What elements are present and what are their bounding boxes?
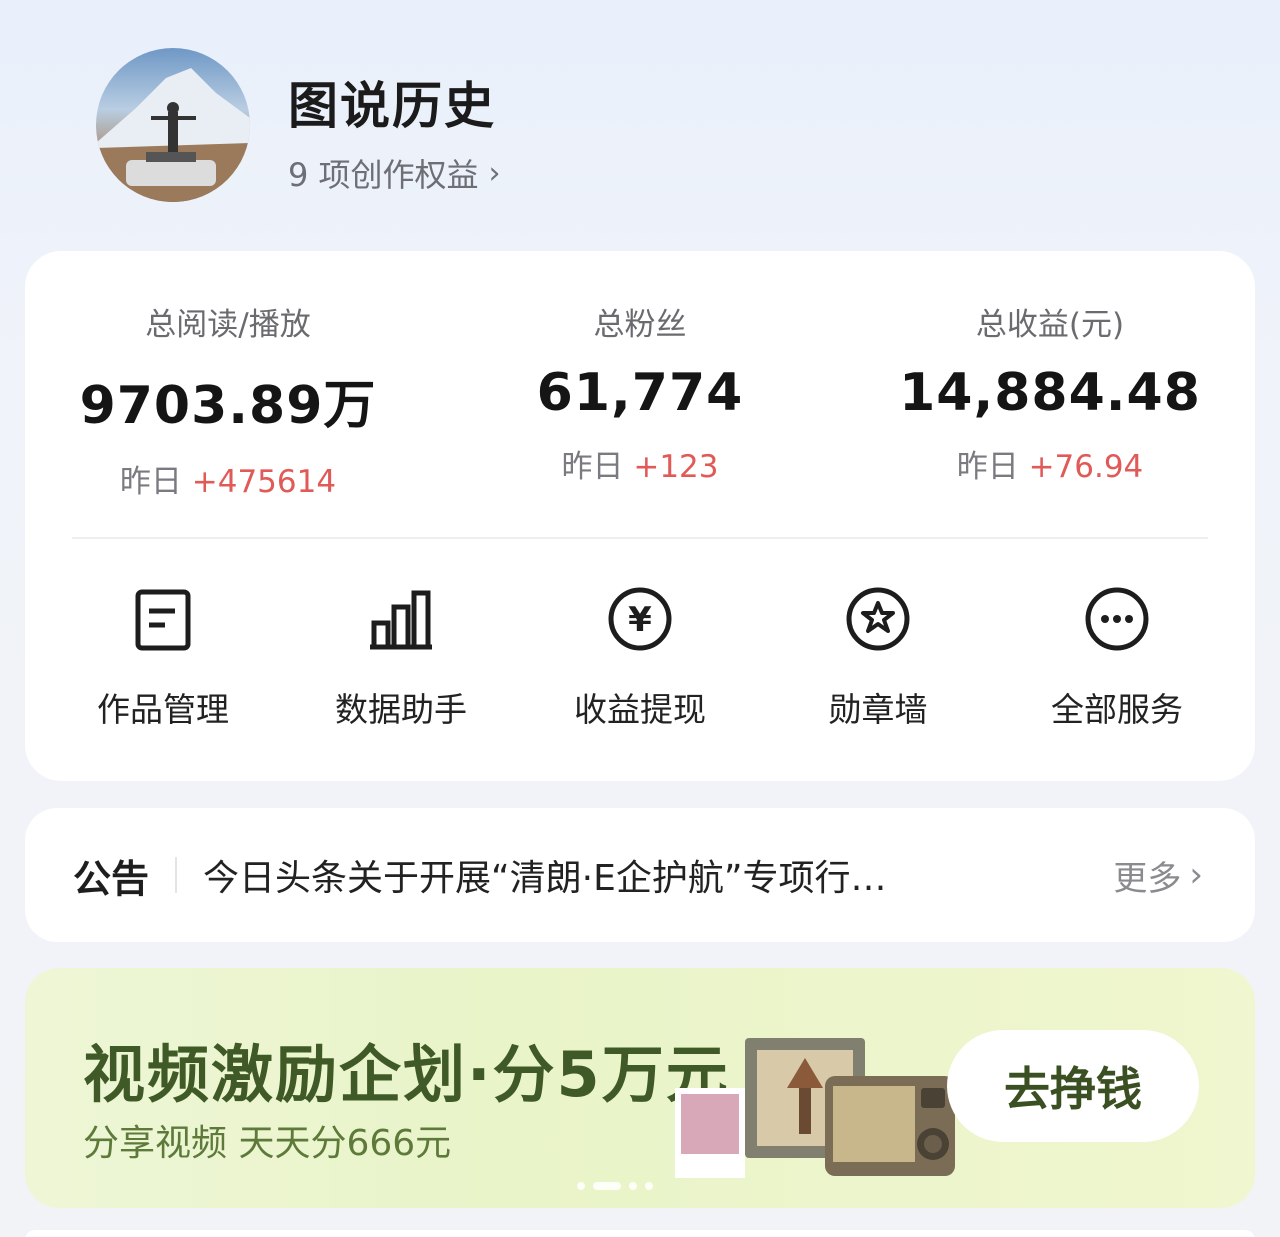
more-label: 更多 [1113, 858, 1182, 899]
announcement-more-link[interactable]: 更多 › [1113, 851, 1203, 900]
stat-label: 总粉丝 [593, 307, 687, 343]
stats-card: 总阅读/播放 9703.89万 昨日 +475614 总粉丝 61,774 昨日… [25, 251, 1255, 781]
carousel-dot [645, 1182, 653, 1190]
avatar[interactable] [96, 48, 250, 202]
promo-banner[interactable]: 视频激励企划·分5万元 分享视频 天天分666元 去挣钱 [25, 968, 1255, 1208]
stat-label: 总阅读/播放 [145, 307, 311, 343]
tool-label: 全部服务 [1051, 690, 1183, 729]
stat-total-reads[interactable]: 总阅读/播放 9703.89万 昨日 +475614 [63, 299, 393, 501]
divider [72, 537, 1208, 539]
profile-name: 图说历史 [288, 77, 496, 135]
stat-label: 总收益(元) [975, 307, 1125, 343]
carousel-dot [577, 1182, 585, 1190]
stat-delta-prefix: 昨日 [561, 449, 624, 485]
tool-medal-wall[interactable]: 勋章墙 [778, 585, 978, 731]
stat-total-fans[interactable]: 总粉丝 61,774 昨日 +123 [475, 299, 805, 486]
announcement-tag: 公告 [73, 856, 150, 901]
document-icon [135, 589, 191, 651]
announcement-bar[interactable]: 公告 今日头条关于开展“清朗·E企护航”专项行… 更多 › [25, 808, 1255, 942]
tool-data-assistant[interactable]: 数据助手 [301, 585, 501, 731]
stat-delta: 昨日 +123 [475, 441, 805, 486]
banner-title: 视频激励企划·分5万元 [83, 1038, 730, 1111]
tool-income-withdraw[interactable]: ¥ 收益提现 [540, 585, 740, 731]
stat-value: 61,774 [536, 363, 744, 423]
stat-delta: 昨日 +76.94 [885, 441, 1215, 486]
stat-delta-value: +123 [633, 449, 719, 485]
stat-delta-value: +475614 [191, 464, 337, 500]
divider [175, 857, 178, 893]
yuan-icon: ¥ [608, 587, 672, 651]
camera-photos-illustration [675, 1038, 955, 1178]
tool-label: 收益提现 [574, 690, 706, 729]
stat-delta-prefix: 昨日 [956, 449, 1019, 485]
stat-delta-value: +76.94 [1028, 449, 1144, 485]
carousel-indicator [577, 1182, 653, 1190]
banner-subtitle: 分享视频 天天分666元 [83, 1123, 452, 1164]
carousel-dot-active [593, 1182, 621, 1190]
stat-delta-prefix: 昨日 [119, 464, 182, 500]
next-card-edge [25, 1230, 1255, 1237]
announcement-text[interactable]: 今日头条关于开展“清朗·E企护航”专项行… [203, 849, 1023, 901]
tool-label: 作品管理 [97, 690, 229, 729]
stat-value: 14,884.48 [899, 363, 1201, 423]
tool-all-services[interactable]: 全部服务 [1017, 585, 1217, 731]
bar-chart-icon [370, 590, 432, 650]
medal-icon [846, 587, 910, 651]
tool-label: 勋章墙 [828, 690, 928, 729]
chevron-right-icon: › [488, 155, 501, 191]
stat-total-income[interactable]: 总收益(元) 14,884.48 昨日 +76.94 [885, 299, 1215, 486]
carousel-dot [629, 1182, 637, 1190]
tool-works-management[interactable]: 作品管理 [63, 585, 263, 731]
tool-label: 数据助手 [335, 690, 467, 729]
stat-value: 9703.89万 [79, 376, 377, 436]
creator-benefits-link[interactable]: 9 项创作权益 › [288, 150, 501, 196]
svg-text:¥: ¥ [628, 600, 652, 640]
earn-money-button[interactable]: 去挣钱 [947, 1030, 1199, 1142]
chevron-right-icon: › [1189, 855, 1203, 895]
stat-delta: 昨日 +475614 [63, 456, 393, 501]
more-icon [1085, 587, 1149, 651]
avatar-image [96, 68, 250, 202]
benefits-label: 9 项创作权益 [288, 156, 479, 194]
